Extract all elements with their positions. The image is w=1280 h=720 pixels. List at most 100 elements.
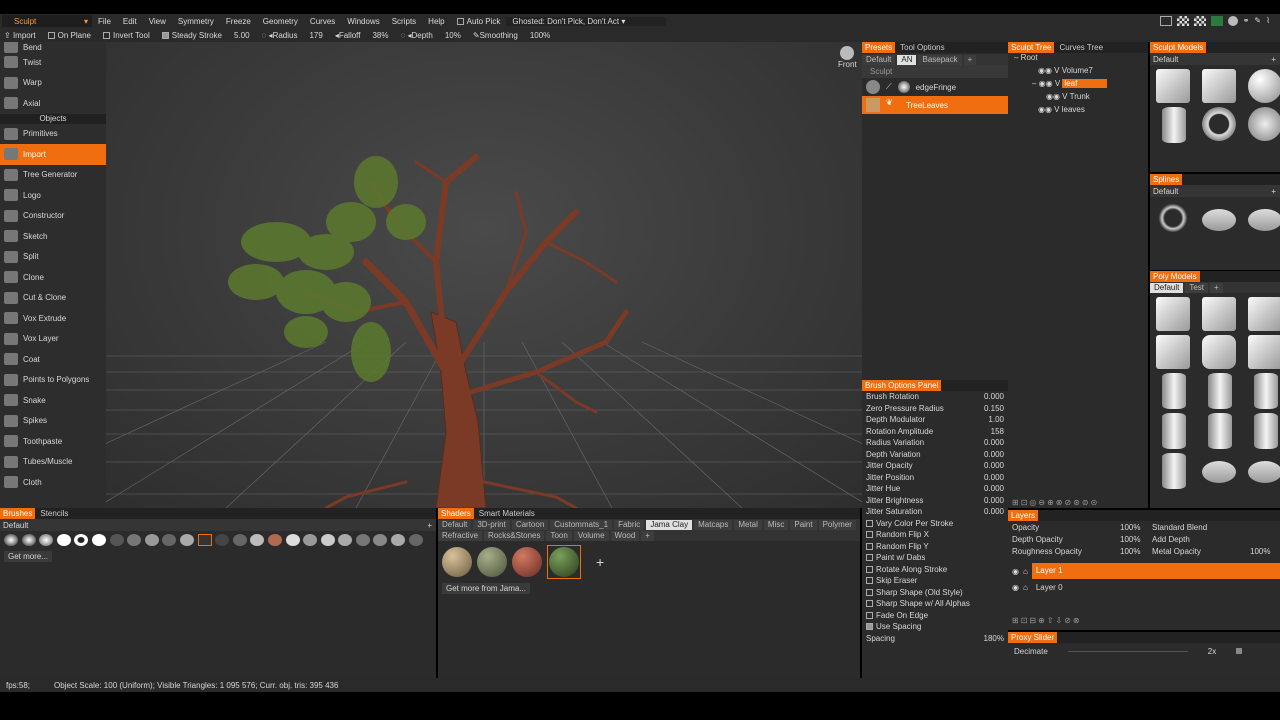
eye-icon[interactable]: ◉◉ V [1038,66,1062,75]
eye-icon[interactable]: ◉◉ V [1038,105,1062,114]
pen-icon[interactable]: ✎ [1254,16,1261,26]
tab-poly-default[interactable]: Default [1150,282,1184,293]
check-row[interactable]: Use Spacing [862,621,1008,633]
shader-cat[interactable]: Rocks&Stones [484,530,545,541]
tool-cloth[interactable]: Cloth [0,472,106,493]
radius-value[interactable]: 179 [309,31,322,40]
shader-cat[interactable]: Default [438,519,472,530]
checkbox[interactable] [866,519,873,527]
subtab-basepack[interactable]: Basepack [918,54,962,65]
shader-cat[interactable]: Misc [763,519,789,530]
menu-scripts[interactable]: Scripts [386,17,422,26]
menu-geometry[interactable]: Geometry [257,17,304,26]
shader-cat[interactable]: Paint [790,519,817,530]
poly-cylinder-7[interactable] [1162,453,1186,489]
checker-icon[interactable] [1176,16,1189,26]
brush-alpha[interactable] [355,534,370,546]
get-more-shaders[interactable]: Get more from Jama... [442,583,531,594]
brush-alpha[interactable] [144,534,159,546]
material-icon[interactable] [1210,16,1223,26]
import-option[interactable]: ⇪ Import [4,31,36,40]
param-row[interactable]: Radius Variation 0.000 [862,437,1008,449]
lock-icon[interactable]: ⌂ [1023,567,1028,576]
tool-tree-generator[interactable]: Tree Generator [0,165,106,186]
brush-alpha[interactable] [197,534,212,546]
model-cylinder[interactable] [1162,107,1186,143]
brush-alpha[interactable] [303,534,318,546]
spline-cloth[interactable] [1248,209,1280,231]
poly-cube-4[interactable] [1156,335,1190,369]
param-row[interactable]: Zero Pressure Radius 0.150 [862,403,1008,415]
lock-icon[interactable]: ⌂ [1023,583,1028,592]
roughness-value[interactable]: 100% [1120,547,1146,556]
brush-alpha[interactable] [109,534,124,546]
spacing-row[interactable]: Spacing 180% [862,633,1008,645]
brush-alpha[interactable] [320,534,335,546]
tree-node-trunk[interactable]: ◉◉ V Trunk [1008,92,1148,105]
tab-smart-materials[interactable]: Smart Materials [476,508,538,519]
shader-cat[interactable]: Jama Clay [646,519,693,530]
param-row[interactable]: Jitter Position 0.000 [862,472,1008,484]
tree-node-leaf[interactable]: – ◉◉ V leaf [1008,79,1148,92]
link-icon[interactable]: ⚭ [1243,16,1250,26]
poly-cylinder-2[interactable] [1208,373,1232,409]
checkbox[interactable] [866,577,873,585]
eye-icon[interactable]: ◉ [1012,567,1019,576]
tool-tubes-muscle[interactable]: Tubes/Muscle [0,452,106,473]
depth-opacity-value[interactable]: 100% [1120,535,1146,544]
param-value[interactable]: 0.000 [984,507,1004,516]
shader-thumb[interactable] [477,547,507,577]
tool-logo[interactable]: Logo [0,185,106,206]
check-row[interactable]: Skip Eraser [862,575,1008,587]
param-row[interactable]: Depth Modulator 1.00 [862,414,1008,426]
model-torus[interactable] [1202,107,1236,141]
sculpt-models-preset[interactable]: Default + [1150,53,1280,65]
tool-points-to-polygons[interactable]: Points to Polygons [0,370,106,391]
tool-axial[interactable]: Axial [0,93,106,114]
tab-tool-options[interactable]: Tool Options [897,42,947,53]
check-row[interactable]: Fade On Edge [862,610,1008,622]
check-row[interactable]: Vary Color Per Stroke [862,518,1008,530]
tool-clone[interactable]: Clone [0,267,106,288]
select-rect-icon[interactable] [1159,16,1172,26]
shader-cat[interactable]: Wood [610,530,640,541]
checkbox[interactable] [866,554,873,562]
opacity-value[interactable]: 100% [1120,523,1146,532]
tool-sketch[interactable]: Sketch [0,226,106,247]
ghosted-dropdown[interactable]: Ghosted: Don't Pick, Don't Act ▾ [506,16,667,26]
poly-disc-1[interactable] [1202,461,1236,483]
decimate-slider[interactable] [1067,650,1188,652]
eye-icon[interactable]: ◉ [1012,583,1019,592]
add-shader-button[interactable]: + [596,554,604,570]
on-plane-checkbox[interactable] [47,31,55,39]
invert-tool-toggle[interactable]: Invert Tool [102,31,150,40]
menu-symmetry[interactable]: Symmetry [172,17,220,26]
checker2-icon[interactable] [1193,16,1206,26]
poly-cylinder-5[interactable] [1208,413,1232,449]
spline-coil[interactable] [1202,209,1236,231]
brush-alpha[interactable] [4,534,18,546]
tool-coat[interactable]: Coat [0,349,106,370]
poly-cube-3[interactable] [1248,297,1280,331]
subtab-default[interactable]: Default [862,54,896,65]
tab-stencils[interactable]: Stencils [37,508,71,519]
shader-cat[interactable]: Fabric [614,519,645,530]
tab-presets[interactable]: Presets [862,42,896,53]
add-preset-button[interactable]: + [963,54,977,65]
param-value[interactable]: 0.000 [984,496,1004,505]
brush-alpha[interactable] [408,534,423,546]
tool-primitives[interactable]: Primitives [0,124,106,145]
menu-file[interactable]: File [92,17,117,26]
preset-treeleaves[interactable]: ❦ TreeLeaves [862,96,1008,114]
steady-stroke-value[interactable]: 5.00 [234,31,250,40]
param-row[interactable]: Jitter Saturation 0.000 [862,506,1008,518]
layer-row[interactable]: ◉ ⌂ Layer 1 [1008,563,1280,579]
tool-warp[interactable]: Warp [0,73,106,94]
brush-alpha[interactable] [56,534,71,546]
brush-alpha[interactable] [338,534,353,546]
menu-view[interactable]: View [143,17,172,26]
menu-windows[interactable]: Windows [341,17,385,26]
brush-alpha[interactable] [215,534,230,546]
poly-cylinder-6[interactable] [1254,413,1278,449]
tool-snake[interactable]: Snake [0,390,106,411]
